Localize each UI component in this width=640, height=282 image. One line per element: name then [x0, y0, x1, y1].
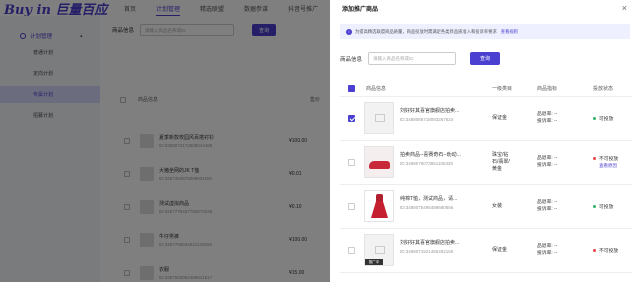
product-category: 珠宝/钻 石/翡翠/ 黄金 — [492, 152, 510, 172]
product-id: ID:3488076073651105320 — [400, 161, 453, 166]
table-row[interactable]: 推广中 刘好好其喜官旗舰店拍卖... ID:348807152145549216… — [340, 229, 632, 273]
status-dot-icon — [593, 249, 596, 252]
product-thumbnail — [364, 102, 394, 134]
product-thumbnail: 推广中 — [364, 234, 394, 266]
product-metrics: 品退率: -- 投诉率: -- — [537, 244, 558, 256]
column-header-status: 投放状态 — [593, 85, 614, 92]
column-header-metric: 商品指标 — [537, 85, 558, 92]
table-row[interactable]: 刘好好其喜官旗舰店拍卖... ID:3488086718083267624 保证… — [340, 97, 632, 141]
product-thumbnail — [364, 146, 394, 178]
product-title: 拍卖商品--喜赛奇石--劝动... — [400, 152, 461, 158]
product-title: 刘好好其喜官旗舰店拍卖... — [400, 240, 460, 246]
status-dot-icon — [593, 117, 596, 120]
drawer-search-input[interactable]: 请输入商品名称或ID — [368, 52, 457, 65]
product-category: 保证金 — [492, 115, 508, 121]
status-dot-icon — [593, 205, 596, 208]
view-reason-link[interactable]: 查看原因 — [599, 163, 617, 169]
product-id: ID:3488075495489680666 — [400, 205, 454, 210]
row-checkbox[interactable] — [348, 115, 355, 122]
product-title: 纯棉T恤，测试商品，请... — [400, 196, 458, 202]
image-placeholder-icon — [375, 246, 385, 254]
notice-banner: i 为提高精选联盟商品质量，商品投放时需满足各类目品质准入和投诉率要求 查看规则 — [340, 24, 630, 39]
drawer-header: 添加推广商品 × — [330, 0, 640, 16]
product-id: ID:3488071521455492165 — [400, 249, 454, 254]
product-thumbnail — [364, 190, 394, 222]
image-placeholder-icon — [375, 114, 385, 122]
status-badge: 不可投放 — [593, 247, 618, 254]
product-metrics: 品退率: -- 投诉率: -- — [537, 156, 558, 168]
drawer-title: 添加推广商品 — [342, 6, 379, 13]
drawer-table-header: 商品信息 一级类目 商品指标 投放状态 — [340, 82, 632, 94]
product-id: ID:3488086718083267624 — [400, 117, 454, 122]
view-rules-link[interactable]: 查看规则 — [501, 29, 518, 35]
drawer-search-button[interactable]: 查询 — [470, 52, 501, 65]
product-title: 刘好好其喜官旗舰店拍卖... — [400, 108, 460, 114]
product-metrics: 品退率: -- 投诉率: -- — [537, 200, 558, 212]
row-checkbox[interactable] — [348, 159, 355, 166]
status-badge: 可投放 — [593, 203, 613, 210]
drawer-search-label: 商品信息 — [340, 56, 363, 63]
status-dot-icon — [593, 157, 596, 160]
column-header-info: 商品信息 — [366, 85, 387, 92]
select-all-checkbox[interactable] — [348, 84, 355, 92]
promoting-tag: 推广中 — [365, 259, 383, 265]
table-row[interactable]: 纯棉T恤，测试商品，请... ID:3488075495489680666 女装… — [340, 185, 632, 229]
row-checkbox[interactable] — [348, 203, 355, 210]
status-badge: 可投放 — [593, 115, 613, 122]
notice-text: 为提高精选联盟商品质量，商品投放时需满足各类目品质准入和投诉率要求 — [355, 28, 497, 34]
drawer-search-row: 商品信息 请输入商品名称或ID 查询 — [340, 52, 501, 65]
product-metrics: 品退率: -- 投诉率: -- — [537, 112, 558, 124]
row-checkbox[interactable] — [348, 247, 355, 254]
add-product-drawer: 添加推广商品 × i 为提高精选联盟商品质量，商品投放时需满足各类目品质准入和投… — [330, 0, 640, 282]
product-category: 女装 — [492, 203, 503, 209]
close-icon[interactable]: × — [622, 3, 627, 13]
info-icon: i — [346, 28, 352, 35]
product-category: 保证金 — [492, 247, 508, 253]
table-row[interactable]: 拍卖商品--喜赛奇石--劝动... ID:3488076073651105320… — [340, 141, 632, 185]
column-header-category: 一级类目 — [492, 85, 513, 92]
status-badge: 不可投放 — [593, 155, 618, 162]
